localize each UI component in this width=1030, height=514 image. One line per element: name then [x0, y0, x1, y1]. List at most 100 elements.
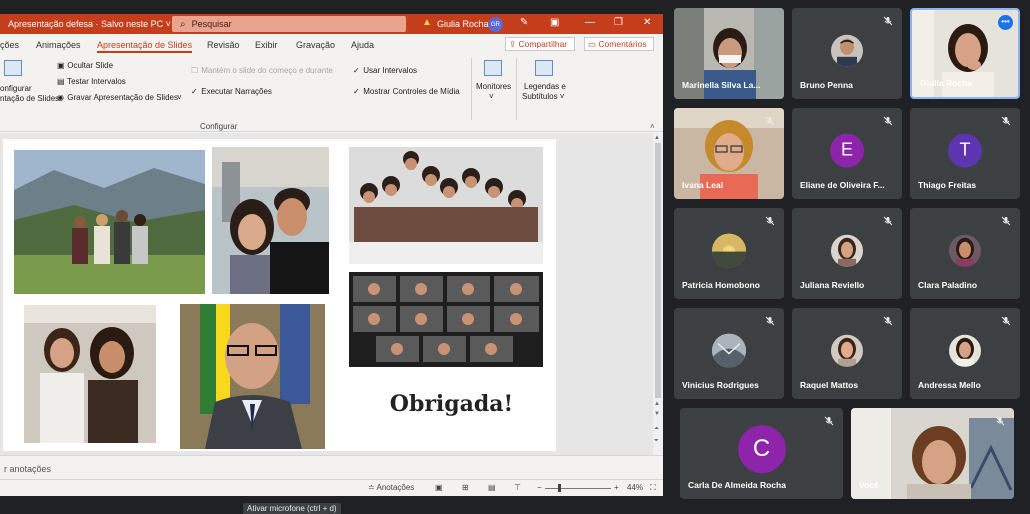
zoom-level[interactable]: 44% [627, 483, 643, 492]
participant-name: Marinella Silva La... [682, 80, 761, 90]
participant-name: Patricia Homobono [682, 280, 760, 290]
record-slideshow-button[interactable]: ◉ Gravar Apresentação de Slides [57, 93, 178, 102]
vertical-scrollbar[interactable]: ▲ ▲ ▼ ⏶ ⏷ [653, 133, 663, 455]
more-options-icon[interactable]: ••• [998, 15, 1013, 30]
participant-name: Juliana Reviello [800, 280, 865, 290]
participant-name: Ivana Leal [682, 180, 724, 190]
participant-tile[interactable]: Patricia Homobono [674, 208, 784, 299]
avatar [949, 234, 981, 267]
mic-off-icon [1001, 116, 1011, 126]
participant-tile[interactable]: E Eliane de Oliveira F... [792, 108, 902, 199]
tab-transicoes[interactable]: ções [0, 40, 19, 50]
pen-icon[interactable]: ✎ [520, 17, 528, 28]
reading-view-icon[interactable]: ▤ [488, 483, 496, 492]
slideshow-setup-icon[interactable] [4, 60, 22, 76]
setup-slideshow-label-1[interactable]: onfigurar [0, 84, 32, 93]
monitor-icon[interactable] [484, 60, 502, 76]
warning-icon[interactable]: ▲ [422, 17, 432, 28]
checkmark-icon: ✓ [353, 66, 360, 75]
notes-pane[interactable]: r anotações [0, 455, 663, 479]
photo-man-portrait [180, 304, 325, 449]
captions-icon[interactable] [535, 60, 553, 76]
captions-label-2[interactable]: Subtítulos ˅ [522, 92, 564, 101]
record-dropdown-icon[interactable]: ˅ [177, 93, 182, 102]
ribbon-separator [516, 58, 517, 120]
participant-tile[interactable]: Bruno Penna [792, 8, 902, 99]
checkbox-icon: ☐ [191, 66, 199, 75]
monitors-dropdown-icon[interactable]: ˅ [489, 92, 494, 101]
close-icon[interactable]: ✕ [643, 17, 651, 28]
restore-icon[interactable]: ❐ [614, 17, 623, 28]
scroll-down-icon[interactable]: ▼ [654, 411, 660, 417]
participant-tile[interactable]: Vinicius Rodrigues [674, 308, 784, 399]
tab-ajuda[interactable]: Ajuda [351, 40, 374, 50]
tab-revisao[interactable]: Revisão [207, 40, 240, 50]
participant-tile[interactable]: Raquel Mattos [792, 308, 902, 399]
participant-tile-speaking[interactable]: ••• Giulia Rocha [910, 8, 1020, 99]
hide-slide-button[interactable]: ▣ Ocultar Slide [57, 61, 113, 70]
checkmark-icon: ✓ [191, 87, 198, 96]
search-icon: ⌕ [180, 18, 186, 30]
participant-name: Bruno Penna [800, 80, 853, 90]
prev-slide-icon[interactable]: ⏶ [654, 426, 659, 433]
zoom-out-icon[interactable]: − [537, 483, 542, 492]
participant-tile[interactable]: Marinella Silva La... [674, 8, 784, 99]
hide-slide-label: Ocultar Slide [67, 61, 114, 70]
slide[interactable]: Obrigada! [3, 139, 556, 451]
zoom-in-icon[interactable]: + [614, 483, 619, 492]
setup-slideshow-label-2[interactable]: ntação de Slides [0, 94, 59, 103]
next-slide-icon[interactable]: ⏷ [654, 438, 659, 445]
document-title[interactable]: Apresentação defesa · Salvo neste PC ˅ [8, 19, 171, 29]
participant-tile[interactable]: Clara Paladino [910, 208, 1020, 299]
notes-toggle-button[interactable]: ≐ Anotações [368, 483, 414, 492]
zoom-slider-handle[interactable] [558, 484, 561, 492]
participant-tile[interactable]: Ivana Leal [674, 108, 784, 199]
captions-label-1[interactable]: Legendas e [524, 82, 566, 91]
fit-slide-icon[interactable]: ⛶ [650, 483, 656, 493]
user-name[interactable]: Giulia Rocha [437, 19, 489, 29]
minimize-icon[interactable]: — [585, 17, 595, 28]
media-controls-checkbox[interactable]: ✓ Mostrar Controles de Mídia [353, 87, 460, 96]
notes-placeholder: r anotações [4, 464, 52, 474]
use-timings-checkbox[interactable]: ✓ Usar Intervalos [353, 66, 417, 75]
keep-slide-checkbox[interactable]: ☐ Mantém o slide do começo e durante [191, 66, 333, 75]
zoom-slider[interactable] [545, 488, 611, 489]
letter-avatar: E [830, 133, 864, 168]
slideshow-view-icon[interactable]: ⊤ [514, 483, 521, 492]
play-narrations-label: Executar Narrações [201, 87, 272, 96]
share-label: Compartilhar [518, 39, 568, 49]
search-box[interactable]: ⌕ Pesquisar [172, 16, 406, 32]
monitors-button[interactable]: Monitores [476, 82, 511, 91]
test-timings-label: Testar Intervalos [67, 77, 126, 86]
tab-exibir[interactable]: Exibir [255, 40, 278, 50]
tab-gravacao[interactable]: Gravação [296, 40, 335, 50]
normal-view-icon[interactable]: ▣ [435, 483, 443, 492]
participant-tile[interactable]: C Carla De Almeida Rocha [680, 408, 843, 499]
participant-tile[interactable]: Andressa Mello [910, 308, 1020, 399]
ribbon-display-icon[interactable]: ▣ [550, 17, 559, 28]
participant-tile-self[interactable]: Você [851, 408, 1014, 499]
collapse-ribbon-icon[interactable]: ˄ [650, 122, 655, 131]
photo-two-women-image [24, 305, 156, 443]
sorter-view-icon[interactable]: ⊞ [462, 483, 469, 492]
user-avatar[interactable]: GR [488, 17, 503, 32]
share-button[interactable]: ⇪ Compartilhar [505, 37, 575, 51]
mic-off-icon [824, 416, 834, 426]
closing-text: Obrigada! [389, 391, 514, 417]
participant-tile[interactable]: T Thiago Freitas [910, 108, 1020, 199]
scroll-up-icon[interactable]: ▲ [654, 135, 660, 141]
test-timings-button[interactable]: ▤ Testar Intervalos [57, 77, 126, 86]
scroll-up-icon[interactable]: ▲ [654, 401, 660, 407]
comments-button[interactable]: ▭ Comentários [584, 37, 654, 51]
avatar [831, 34, 863, 67]
mic-off-icon [883, 116, 893, 126]
mic-off-icon [765, 116, 775, 126]
participant-tile[interactable]: Juliana Reviello [792, 208, 902, 299]
scroll-thumb[interactable] [655, 143, 661, 398]
tab-apresentacao[interactable]: Apresentação de Slides [97, 40, 193, 53]
title-bar: Apresentação defesa · Salvo neste PC ˅ ⌕… [0, 14, 663, 34]
timer-icon: ▤ [57, 77, 65, 86]
tab-animacoes[interactable]: Animações [36, 40, 81, 50]
play-narrations-checkbox[interactable]: ✓ Executar Narrações [191, 87, 272, 96]
photo-video-call [349, 272, 543, 367]
